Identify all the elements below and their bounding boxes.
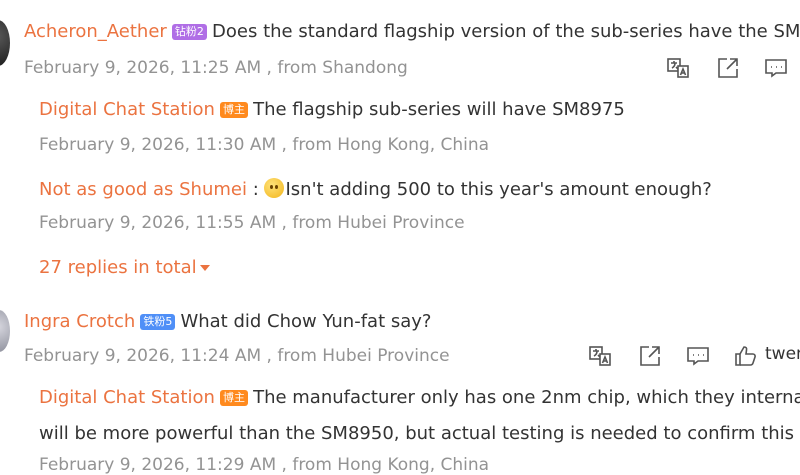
reply-meta: February 9, 2026, 11:29 AM , from Hong K… bbox=[39, 455, 490, 475]
reply-author[interactable]: Digital Chat Station bbox=[39, 99, 215, 120]
more-replies-link[interactable]: 27 replies in total bbox=[39, 257, 210, 278]
reply-text: Isn't adding 500 to this year's amount e… bbox=[285, 179, 712, 200]
reply-meta: February 9, 2026, 11:30 AM , from Hong K… bbox=[39, 135, 490, 155]
translate-icon[interactable] bbox=[666, 56, 690, 80]
comment-meta: February 9, 2026, 11:24 AM , from Hubei … bbox=[24, 346, 450, 366]
reply-separator: : bbox=[246, 179, 265, 200]
more-replies-label: 27 replies in total bbox=[39, 257, 197, 278]
comment-text: What did Chow Yun-fat say? bbox=[180, 311, 432, 332]
reply-header: Not as good as Shumei : Isn't adding 500… bbox=[39, 178, 712, 200]
reply-header: Digital Chat Station 博主 The manufacturer… bbox=[39, 387, 800, 408]
reply-header: Digital Chat Station 博主 The flagship sub… bbox=[39, 99, 625, 120]
comment-header: Acheron_Aether 钻粉2 Does the standard fla… bbox=[24, 21, 800, 42]
share-icon[interactable] bbox=[716, 56, 740, 80]
reply-author[interactable]: Not as good as Shumei bbox=[39, 179, 247, 200]
comment-icon[interactable] bbox=[764, 56, 788, 80]
comment-icon[interactable] bbox=[686, 344, 710, 368]
reply-text-line2-row: will be more powerful than the SM8950, b… bbox=[39, 422, 800, 444]
like-count: twen bbox=[765, 344, 800, 364]
chevron-down-icon bbox=[199, 265, 210, 271]
fan-badge[interactable]: 铁粉5 bbox=[140, 314, 176, 330]
reply-text-line2: will be more powerful than the SM8950, b… bbox=[39, 423, 800, 444]
blogger-badge: 博主 bbox=[219, 390, 248, 406]
comment-meta: February 9, 2026, 11:25 AM , from Shando… bbox=[24, 58, 408, 78]
comment-author[interactable]: Acheron_Aether bbox=[24, 21, 167, 42]
reply-author[interactable]: Digital Chat Station bbox=[39, 387, 215, 408]
avatar[interactable] bbox=[0, 20, 10, 66]
blogger-badge: 博主 bbox=[219, 102, 248, 118]
like-icon[interactable] bbox=[734, 344, 758, 368]
reply-meta: February 9, 2026, 11:55 AM , from Hubei … bbox=[39, 213, 465, 233]
comment-header: Ingra Crotch 铁粉5 What did Chow Yun-fat s… bbox=[24, 311, 431, 332]
translate-icon[interactable] bbox=[588, 344, 612, 368]
comment-author[interactable]: Ingra Crotch bbox=[24, 311, 135, 332]
reply-text: The flagship sub-series will have SM8975 bbox=[253, 99, 625, 120]
share-icon[interactable] bbox=[638, 344, 662, 368]
comment-text: Does the standard flagship version of th… bbox=[212, 21, 800, 42]
smile-emoji-icon bbox=[264, 178, 285, 198]
avatar[interactable] bbox=[0, 310, 10, 352]
reply-text-line1: The manufacturer only has one 2nm chip, … bbox=[253, 387, 800, 408]
fan-badge[interactable]: 钻粉2 bbox=[171, 24, 207, 40]
